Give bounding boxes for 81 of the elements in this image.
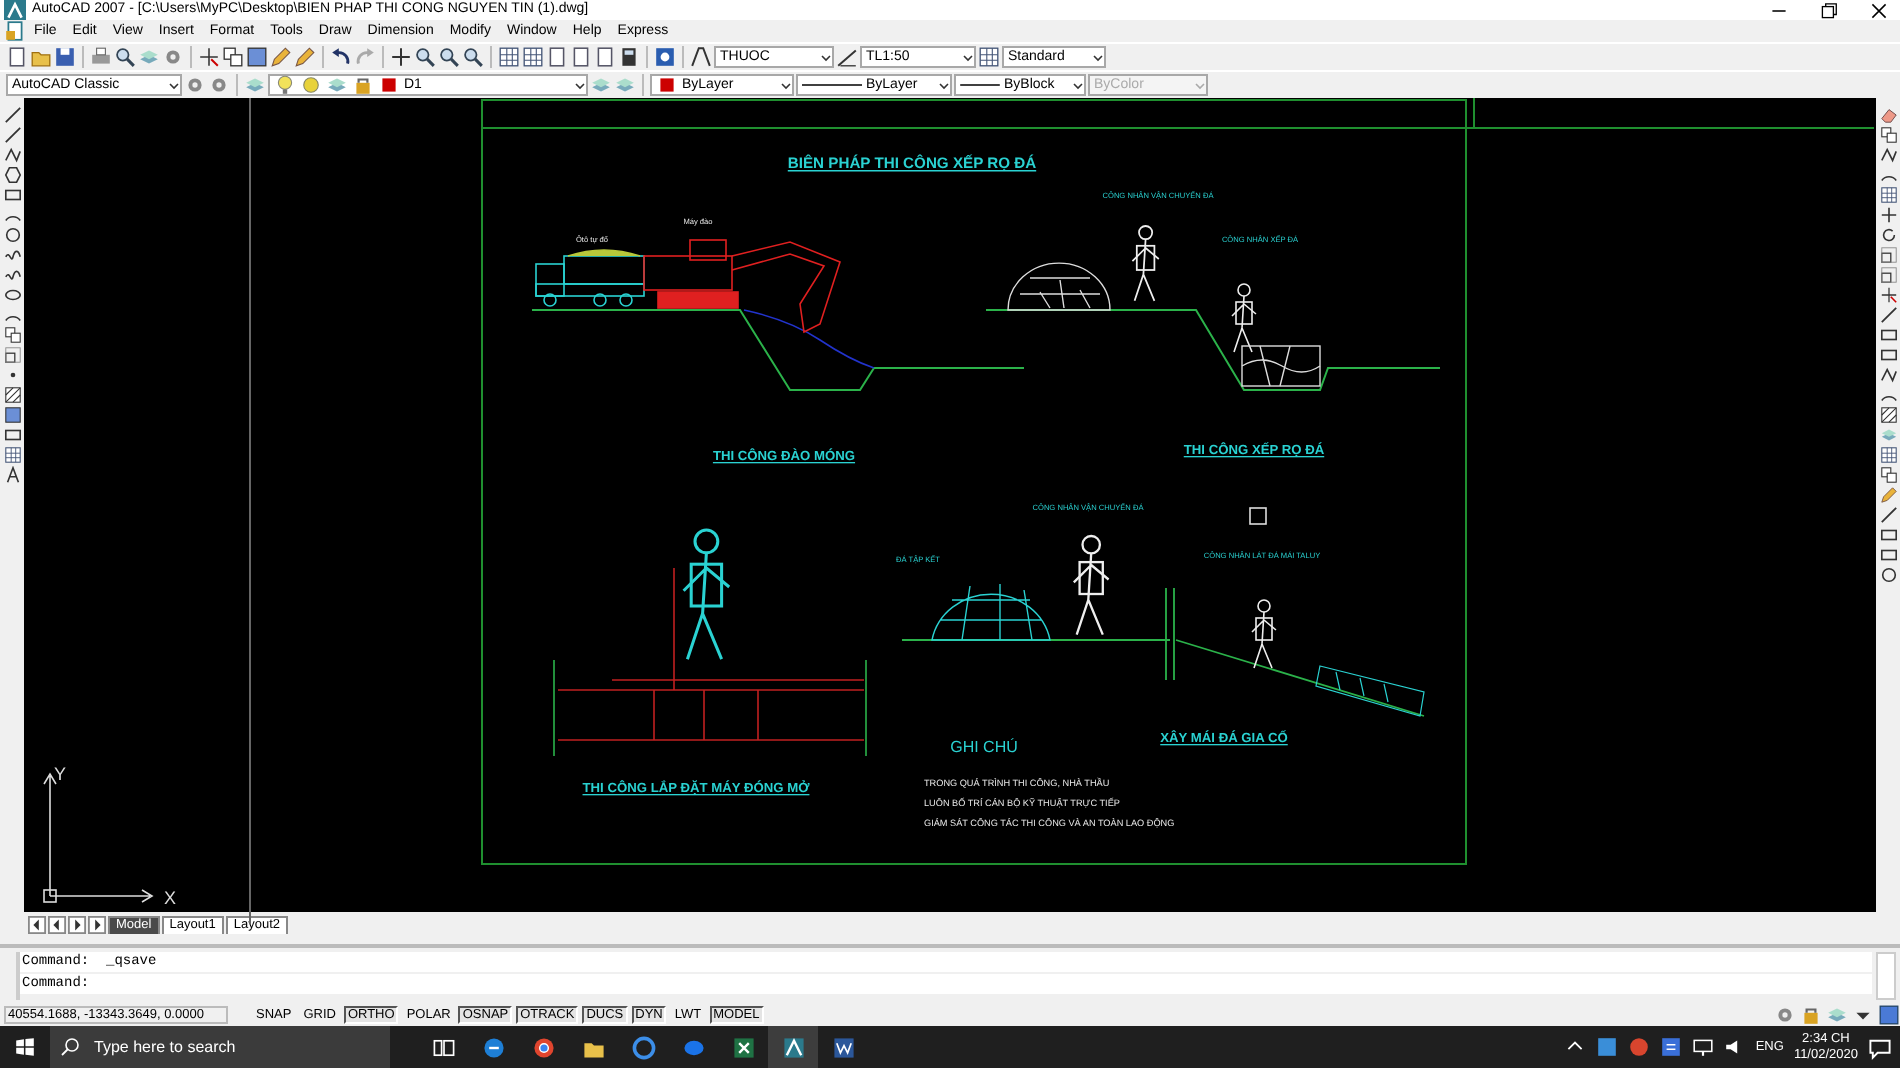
caret-icon xyxy=(938,81,950,89)
axis-label: Y xyxy=(54,764,67,784)
calculator-icon[interactable] xyxy=(618,46,640,68)
worker-drawing xyxy=(1131,225,1160,302)
worker-drawing xyxy=(682,528,731,661)
construction-line-icon[interactable] xyxy=(3,126,21,144)
tab-next-icon[interactable] xyxy=(68,916,86,934)
caret-icon xyxy=(1092,53,1104,61)
grid-icon[interactable] xyxy=(1879,446,1897,464)
undo-icon[interactable] xyxy=(330,46,352,68)
rectangle-icon[interactable] xyxy=(3,186,21,204)
caret-icon xyxy=(168,81,180,89)
tab-first-icon[interactable] xyxy=(28,916,46,934)
trim-icon[interactable] xyxy=(1879,286,1897,304)
sun-icon xyxy=(300,74,322,96)
soil-line xyxy=(743,309,875,369)
copy-icon[interactable] xyxy=(222,46,244,68)
rotate-icon[interactable] xyxy=(1879,226,1897,244)
gabion-drawing xyxy=(1315,665,1425,717)
copy-icon[interactable] xyxy=(1879,126,1897,144)
printer-icon[interactable] xyxy=(90,46,112,68)
copy-icon[interactable] xyxy=(1879,466,1897,484)
worker-drawing xyxy=(1072,534,1110,636)
hatch-icon[interactable] xyxy=(3,386,21,404)
notes-heading: GHI CHÚ xyxy=(950,738,1018,756)
caret-icon xyxy=(1072,81,1084,89)
notification-icon[interactable] xyxy=(1868,1035,1892,1059)
tab-previous-icon[interactable] xyxy=(48,916,66,934)
search-field[interactable]: Type here to search xyxy=(90,1026,390,1068)
cursor-pickbox-icon xyxy=(1249,507,1267,525)
caret-icon xyxy=(780,81,792,89)
browser-circle-icon[interactable] xyxy=(531,1035,555,1059)
scale-icon[interactable] xyxy=(1879,246,1897,264)
ellipse-icon[interactable] xyxy=(3,286,21,304)
new-file-icon[interactable] xyxy=(6,46,28,68)
axis-label: X xyxy=(164,888,177,908)
scrollbar[interactable] xyxy=(1876,952,1896,1000)
polyline-icon[interactable] xyxy=(3,146,21,164)
tray-app-icon[interactable] xyxy=(1659,1036,1682,1058)
close-icon[interactable] xyxy=(1867,0,1889,21)
stone-pile-drawing xyxy=(931,583,1051,641)
bulb-icon xyxy=(274,74,296,96)
network-icon[interactable] xyxy=(1691,1036,1714,1058)
caret-icon xyxy=(1194,81,1206,89)
document-app-icon[interactable] xyxy=(831,1035,855,1059)
circle-icon[interactable] xyxy=(3,226,21,244)
line-icon[interactable] xyxy=(1879,506,1897,524)
caret-icon xyxy=(820,53,832,61)
restore-icon[interactable] xyxy=(1817,0,1839,21)
polygon-icon[interactable] xyxy=(3,166,21,184)
circle-icon[interactable] xyxy=(1879,566,1897,584)
help-icon[interactable] xyxy=(654,46,676,68)
line-icon[interactable] xyxy=(3,106,21,124)
text-icon[interactable] xyxy=(3,466,21,484)
task-view-icon[interactable] xyxy=(431,1035,455,1059)
worker-drawing xyxy=(1251,599,1277,669)
eraser-icon[interactable] xyxy=(1879,106,1897,124)
color-swatch-icon xyxy=(378,74,400,96)
windows-logo-icon[interactable] xyxy=(14,1036,36,1058)
table-icon[interactable] xyxy=(3,446,21,464)
worker-drawing xyxy=(1231,283,1257,353)
caret-icon xyxy=(574,81,586,89)
color-swatch-icon xyxy=(656,74,678,96)
spreadsheet-icon[interactable] xyxy=(731,1035,755,1059)
search-icon xyxy=(50,1026,90,1068)
dump-truck-drawing xyxy=(535,249,645,307)
lock-icon[interactable] xyxy=(1800,1004,1822,1026)
table-style-icon[interactable] xyxy=(978,46,1000,68)
zoom-icon[interactable] xyxy=(414,46,436,68)
caret-icon xyxy=(962,53,974,61)
pencil-icon[interactable] xyxy=(270,46,292,68)
lock-icon xyxy=(352,74,374,96)
spline-icon[interactable] xyxy=(3,266,21,284)
gabion-drawing xyxy=(1241,345,1321,387)
document-icon[interactable] xyxy=(4,20,26,42)
stone-pile-drawing xyxy=(1007,262,1111,311)
tab-last-icon[interactable] xyxy=(88,916,106,934)
dimension-style-icon[interactable] xyxy=(836,46,858,68)
magnifier-icon[interactable] xyxy=(114,46,136,68)
layers-icon xyxy=(326,74,348,96)
cad-app-icon[interactable] xyxy=(781,1035,805,1059)
